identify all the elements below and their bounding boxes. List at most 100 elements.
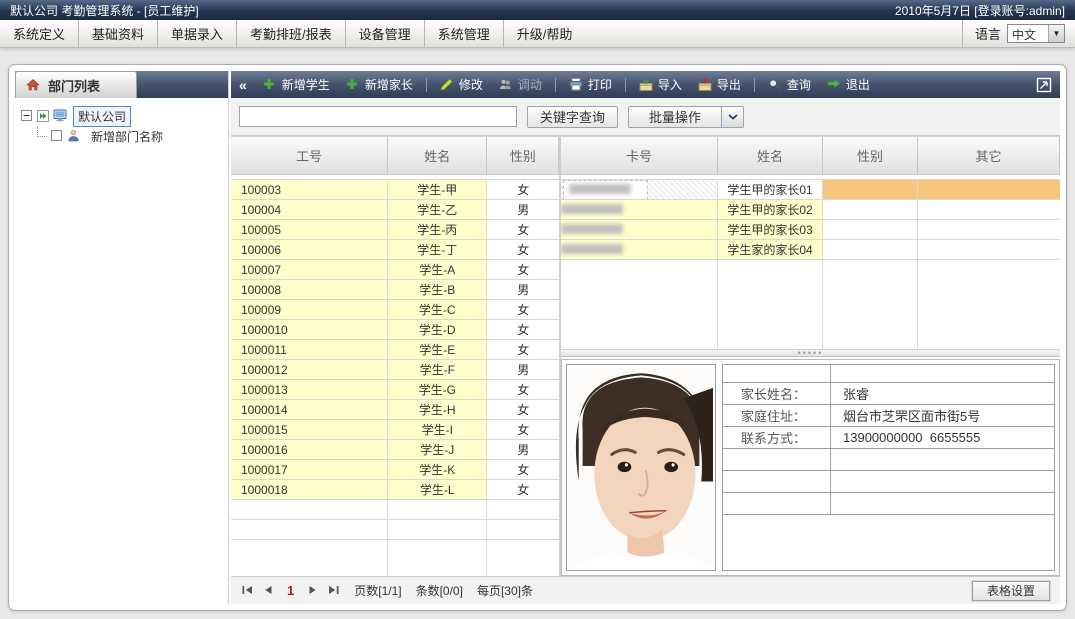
menu-item-4[interactable]: 设备管理 (345, 20, 424, 47)
column-header-other[interactable]: 其它 (918, 137, 1060, 174)
student-row[interactable]: 1000011学生-E女 (231, 340, 559, 360)
empty-row (231, 500, 559, 520)
column-header-name[interactable]: 姓名 (388, 137, 487, 174)
tree-check-arrow-icon[interactable] (37, 110, 49, 122)
blurred-number (561, 244, 623, 254)
student-row[interactable]: 1000015学生-I女 (231, 420, 559, 440)
menu-bar: 系统定义基础资料单据录入考勤排班/报表设备管理系统管理升级/帮助 语言 中文 ▼ (0, 20, 1075, 48)
student-row[interactable]: 100009学生-C女 (231, 300, 559, 320)
language-box: 语言 中文 ▼ (962, 20, 1075, 47)
chevron-down-icon[interactable]: ▼ (1048, 25, 1064, 42)
student-row[interactable]: 100003学生-甲女 (231, 180, 559, 200)
student-row[interactable]: 1000017学生-K女 (231, 460, 559, 480)
parent-card-cell (561, 220, 718, 239)
parent-row[interactable]: 学生家的家长04 (561, 240, 1060, 260)
search-input[interactable] (239, 106, 517, 127)
toolbar-add-student-button[interactable]: 新增学生 (257, 74, 336, 95)
column-header-gender[interactable]: 性别 (487, 137, 559, 174)
toolbar-divider (555, 78, 556, 92)
student-row[interactable]: 1000018学生-L女 (231, 480, 559, 500)
column-header-gender[interactable]: 性别 (823, 137, 918, 174)
next-page-icon[interactable] (306, 584, 319, 597)
prev-page-icon[interactable] (262, 584, 275, 597)
menu-item-5[interactable]: 系统管理 (424, 20, 503, 47)
student-row[interactable]: 100005学生-丙女 (231, 220, 559, 240)
parent-photo (566, 364, 716, 571)
student-row[interactable]: 100004学生-乙男 (231, 200, 559, 220)
tree-node-child[interactable]: 新增部门名称 (21, 126, 222, 146)
student-row[interactable]: 100007学生-A女 (231, 260, 559, 280)
menu-item-0[interactable]: 系统定义 (0, 20, 78, 47)
student-name-cell: 学生-丁 (388, 240, 487, 259)
content-area: « 新增学生新增家长修改调动打印导入导出查询退出 关键字查询 批量操作 工号 姓… (231, 71, 1060, 604)
splitter-handle[interactable]: ••••• (561, 349, 1060, 357)
import-icon (639, 78, 654, 91)
table-settings-button[interactable]: 表格设置 (972, 581, 1050, 601)
toolbar-modify-button[interactable]: 修改 (434, 74, 489, 95)
student-gender-cell: 男 (487, 440, 559, 459)
current-page-number[interactable]: 1 (287, 583, 294, 598)
chevron-down-icon[interactable] (721, 107, 743, 127)
column-header-card[interactable]: 卡号 (561, 137, 718, 174)
student-id-cell: 100008 (231, 280, 388, 299)
student-id-cell: 1000013 (231, 380, 388, 399)
toolbar-export-button[interactable]: 导出 (692, 74, 747, 95)
toolbar-divider (754, 78, 755, 92)
toolbar-print-button[interactable]: 打印 (563, 74, 618, 95)
column-header-name[interactable]: 姓名 (718, 137, 823, 174)
student-row[interactable]: 100006学生-丁女 (231, 240, 559, 260)
tree-checkbox[interactable] (51, 130, 63, 142)
language-label: 语言 (975, 24, 1001, 43)
student-row[interactable]: 1000010学生-D女 (231, 320, 559, 340)
parent-row-selected[interactable]: 学生甲的家长01 (561, 180, 1060, 200)
student-id-cell: 100006 (231, 240, 388, 259)
tab-department-list[interactable]: 部门列表 (15, 71, 137, 98)
menu-item-3[interactable]: 考勤排班/报表 (236, 20, 345, 47)
student-row[interactable]: 1000014学生-H女 (231, 400, 559, 420)
language-select[interactable]: 中文 ▼ (1007, 24, 1065, 43)
student-row[interactable]: 1000012学生-F男 (231, 360, 559, 380)
toolbar-import-label: 导入 (658, 76, 682, 93)
first-page-icon[interactable] (241, 584, 254, 597)
print-icon (569, 78, 584, 91)
info-row-empty (723, 365, 1054, 383)
parent-row[interactable]: 学生甲的家长02 (561, 200, 1060, 220)
student-row[interactable]: 1000013学生-G女 (231, 380, 559, 400)
toolbar-add-parent-button[interactable]: 新增家长 (340, 74, 419, 95)
toolbar-export-label: 导出 (717, 76, 741, 93)
menu-item-2[interactable]: 单据录入 (157, 20, 236, 47)
maximize-icon[interactable] (1036, 77, 1052, 93)
parent-name-cell: 学生甲的家长01 (718, 180, 823, 199)
parent-row[interactable]: 学生甲的家长03 (561, 220, 1060, 240)
parent-name-cell: 学生甲的家长02 (718, 200, 823, 219)
edit-icon (440, 78, 455, 91)
batch-operation-label: 批量操作 (629, 107, 721, 127)
info-row-0: 家长姓名：张睿 (723, 383, 1054, 405)
toolbar-buttons: 新增学生新增家长修改调动打印导入导出查询退出 (257, 74, 876, 95)
batch-operation-dropdown[interactable]: 批量操作 (628, 106, 744, 128)
student-gender-cell: 女 (487, 400, 559, 419)
tree-node-root[interactable]: 默认公司 (21, 106, 222, 126)
collapse-sidebar-button[interactable]: « (239, 77, 247, 93)
parent-gender-cell (823, 240, 918, 259)
tree-connector (37, 127, 47, 137)
menu-item-6[interactable]: 升级/帮助 (503, 20, 586, 47)
tree-child-label[interactable]: 新增部门名称 (87, 127, 167, 146)
parent-info-table: 家长姓名：张睿家庭住址：烟台市芝罘区面市街5号联系方式：13900000000 … (722, 364, 1055, 571)
tree-root-label[interactable]: 默认公司 (73, 106, 131, 127)
toolbar-exit-button[interactable]: 退出 (821, 74, 876, 95)
company-monitor-icon (53, 109, 69, 123)
student-row[interactable]: 100008学生-B男 (231, 280, 559, 300)
info-row-1: 家庭住址：烟台市芝罘区面市街5号 (723, 405, 1054, 427)
column-header-id[interactable]: 工号 (231, 137, 388, 174)
student-row[interactable]: 1000016学生-J男 (231, 440, 559, 460)
redacted-card-number (563, 180, 648, 199)
toolbar-query-button[interactable]: 查询 (762, 74, 817, 95)
keyword-query-button[interactable]: 关键字查询 (527, 106, 618, 128)
main-panel: 部门列表 默认公司 新增部门名称 « 新增学生新增家长修改调动打印导入导出查询退… (8, 64, 1067, 611)
menu-item-1[interactable]: 基础资料 (78, 20, 157, 47)
transfer-icon (499, 78, 514, 91)
toolbar-import-button[interactable]: 导入 (633, 74, 688, 95)
tree-collapse-icon[interactable] (21, 110, 33, 122)
last-page-icon[interactable] (327, 584, 340, 597)
